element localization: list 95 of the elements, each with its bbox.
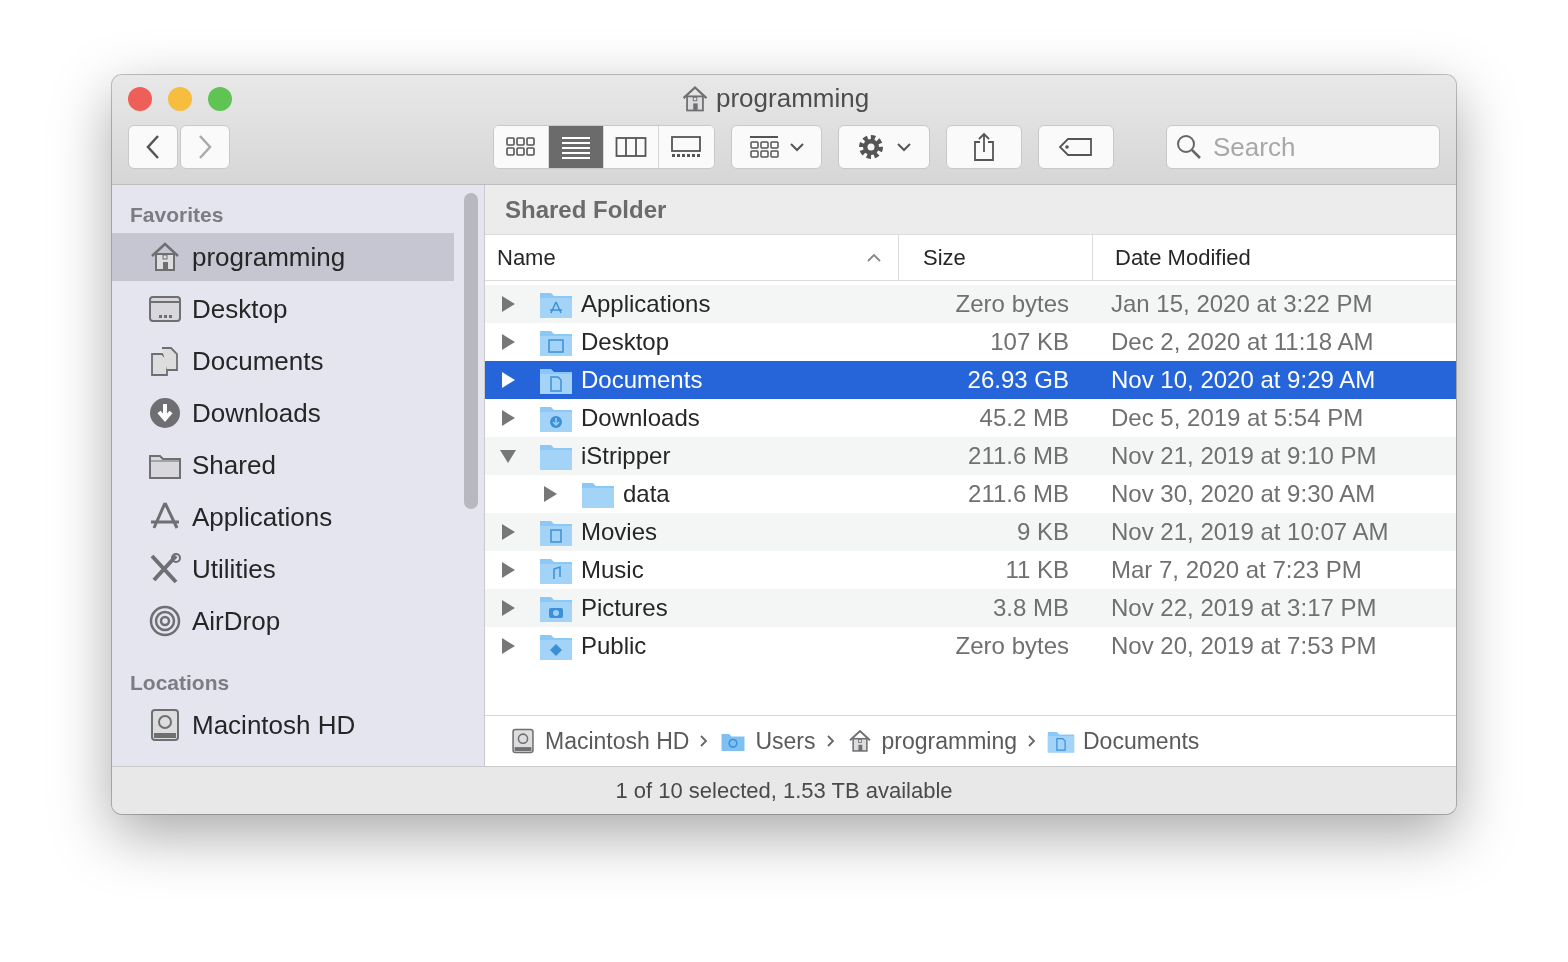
file-date: Mar 7, 2020 at 7:23 PM: [1110, 556, 1362, 584]
expand-triangle-icon[interactable]: [541, 485, 559, 503]
file-size: 26.93 GB: [966, 366, 1069, 394]
section-heading: Favorites: [129, 202, 225, 228]
sidebar-item[interactable]: AirDrop: [112, 597, 454, 645]
file-name: Pictures: [581, 594, 668, 622]
back-button[interactable]: [128, 125, 178, 169]
expand-triangle-icon[interactable]: [499, 333, 517, 351]
download-icon: [148, 396, 182, 430]
column-header[interactable]: Name: [485, 235, 899, 280]
share-icon: [972, 132, 997, 162]
share-button[interactable]: [946, 125, 1023, 169]
expand-triangle-icon[interactable]: [499, 637, 517, 655]
sidebar-item[interactable]: Desktop: [112, 285, 454, 333]
file-name: Music: [581, 556, 644, 584]
file-size: Zero bytes: [954, 290, 1069, 318]
window-title: programming: [716, 83, 870, 114]
close-button[interactable]: [128, 87, 152, 111]
sidebar-item[interactable]: Documents: [112, 337, 454, 385]
tag-icon: [1058, 137, 1095, 157]
file-date: Dec 5, 2019 at 5:54 PM: [1110, 404, 1364, 432]
file-size: 107 KB: [989, 328, 1069, 356]
file-name: Downloads: [581, 404, 700, 432]
file-name: Public: [581, 632, 647, 660]
path-item[interactable]: Users: [719, 727, 816, 755]
house-icon: [680, 83, 710, 114]
file-size: 211.6 MB: [967, 480, 1069, 508]
expand-triangle-icon[interactable]: [499, 295, 517, 313]
sort-icon: [866, 252, 882, 263]
collapse-triangle-icon[interactable]: [499, 447, 517, 465]
sidebar-item[interactable]: programming: [112, 233, 454, 281]
chevron-icon: [699, 734, 710, 748]
chevron-icon: [825, 734, 836, 748]
file-row[interactable]: Pictures 3.8 MB Nov 22, 2019 at 3:17 PM: [485, 589, 1456, 627]
column-view-icon: [614, 134, 647, 160]
chevron-icon: [1027, 734, 1037, 748]
group-button[interactable]: [730, 125, 823, 169]
status-bar: 1 of 10 selected, 1.53 TB available: [112, 766, 1456, 814]
caret-icon: [788, 142, 805, 152]
file-row[interactable]: iStripper 211.6 MB Nov 21, 2019 at 9:10 PM: [485, 437, 1456, 475]
file-date: Nov 20, 2019 at 7:53 PM: [1110, 632, 1377, 660]
tags-button[interactable]: [1038, 125, 1114, 169]
tools-icon: [148, 552, 182, 586]
expand-triangle-icon[interactable]: [499, 409, 517, 427]
gallery-view-icon: [670, 134, 703, 160]
expand-triangle-icon[interactable]: [499, 523, 517, 541]
action-button[interactable]: [838, 125, 931, 169]
path-item[interactable]: programming: [845, 727, 1017, 755]
expand-triangle-icon[interactable]: [499, 561, 517, 579]
group-icon: [748, 134, 779, 160]
file-row[interactable]: Movies 9 KB Nov 21, 2019 at 10:07 AM: [485, 513, 1456, 551]
column-header[interactable]: Date Modified: [1093, 235, 1456, 280]
column-header[interactable]: Size: [899, 235, 1093, 280]
file-name: iStripper: [581, 442, 671, 470]
airdrop-icon: [148, 604, 182, 638]
view-switcher[interactable]: [493, 125, 715, 169]
file-date: Nov 30, 2020 at 9:30 AM: [1110, 480, 1376, 508]
file-date: Dec 2, 2020 at 11:18 AM: [1110, 328, 1374, 356]
expand-triangle-icon[interactable]: [499, 371, 517, 389]
file-size: 9 KB: [1015, 518, 1069, 546]
caret-icon: [896, 142, 913, 152]
file-size: Zero bytes: [954, 632, 1069, 660]
file-date: Nov 21, 2019 at 9:10 PM: [1110, 442, 1377, 470]
section-heading: Locations: [129, 670, 231, 696]
back-icon: [145, 134, 161, 160]
file-size: 45.2 MB: [978, 404, 1069, 432]
file-size: 3.8 MB: [991, 594, 1069, 622]
list-view-icon: [559, 134, 592, 160]
file-date: Nov 21, 2019 at 10:07 AM: [1110, 518, 1389, 546]
path-item[interactable]: Documents: [1047, 727, 1200, 755]
file-name: Applications: [581, 290, 711, 318]
file-row[interactable]: Documents 26.93 GB Nov 10, 2020 at 9:29 AM: [485, 361, 1456, 399]
path-item[interactable]: Macintosh HD: [509, 727, 690, 755]
file-name: Desktop: [581, 328, 670, 356]
view-button[interactable]: [548, 126, 604, 168]
file-name: data: [623, 480, 670, 508]
file-row[interactable]: Applications Zero bytes Jan 15, 2020 at 3:22 PM: [485, 285, 1456, 323]
forward-icon: [197, 134, 213, 160]
sidebar-item[interactable]: Downloads: [112, 389, 454, 437]
sidebar-item[interactable]: Applications: [112, 493, 454, 541]
file-name: Documents: [581, 366, 703, 394]
expand-triangle-icon[interactable]: [499, 599, 517, 617]
search-icon: [1175, 134, 1202, 160]
search-field[interactable]: Search: [1165, 125, 1440, 169]
file-date: Jan 15, 2020 at 3:22 PM: [1110, 290, 1373, 318]
view-button[interactable]: [494, 126, 549, 168]
sidebar-item[interactable]: Utilities: [112, 545, 454, 593]
folder-header: Shared Folder: [485, 185, 1456, 235]
file-size: 11 KB: [1004, 556, 1069, 584]
sidebar-item[interactable]: Shared: [112, 441, 454, 489]
file-date: Nov 22, 2019 at 3:17 PM: [1110, 594, 1377, 622]
file-size: 211.6 MB: [967, 442, 1069, 470]
file-name: Movies: [581, 518, 658, 546]
sidebar-item[interactable]: Macintosh HD: [112, 701, 454, 749]
file-date: Nov 10, 2020 at 9:29 AM: [1110, 366, 1376, 394]
